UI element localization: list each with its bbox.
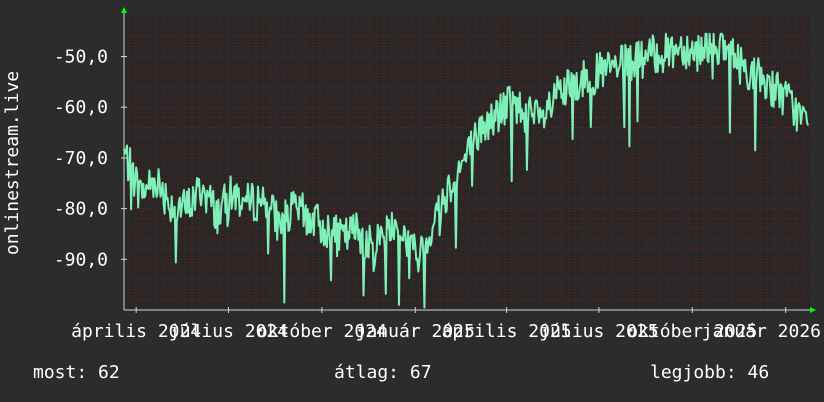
stat-now-value: 62 (98, 362, 120, 383)
y-axis-arrow-icon (121, 7, 127, 13)
rrd-line-chart: -50,0 -60,0 -70,0 -80,0 -90,0 április 2024jú… (2, 7, 821, 342)
stat-now: most: 62 (33, 362, 120, 383)
stat-now-label: most: (33, 362, 88, 383)
stat-best-label: legjobb: (650, 362, 737, 383)
x-axis-ticks: április 2024július 2024október 2024januá… (71, 307, 821, 342)
stats-bar: most: 62 átlag: 67 legjobb: 46 (0, 362, 824, 386)
stat-average-value: 67 (409, 362, 432, 383)
y-tick-label: -70,0 (54, 148, 108, 169)
stat-best: legjobb: 46 (650, 362, 769, 383)
stat-average-label: átlag: (334, 362, 400, 383)
y-tick-label: -50,0 (54, 47, 108, 68)
y-axis-ticks: -50,0 -60,0 -70,0 -80,0 -90,0 (54, 47, 127, 270)
y-axis-title: onlinestream.live (2, 71, 23, 255)
stat-average: átlag: 67 (334, 362, 432, 383)
x-tick-label: január 2026 (702, 321, 821, 342)
y-tick-label: -80,0 (54, 199, 108, 220)
x-axis-arrow-icon (810, 307, 816, 313)
y-tick-label: -90,0 (54, 249, 108, 270)
stat-best-value: 46 (747, 362, 770, 383)
y-tick-label: -60,0 (54, 97, 108, 118)
